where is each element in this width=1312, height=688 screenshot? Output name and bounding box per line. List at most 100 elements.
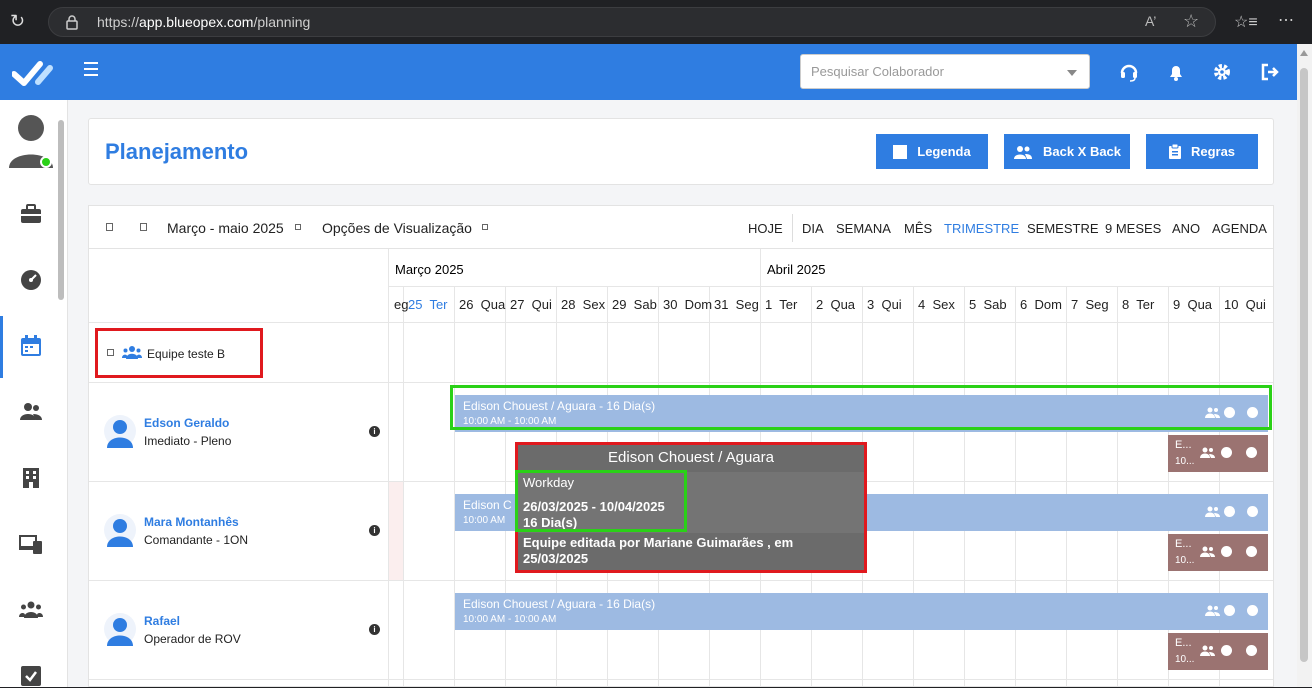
info-icon[interactable]: i [369, 624, 380, 635]
reload-icon[interactable]: ↻ [10, 12, 28, 30]
lock-icon [66, 15, 78, 30]
read-aloud-icon[interactable]: A’ [1145, 13, 1156, 29]
tooltip-title: Edison Chouest / Aguara [608, 449, 774, 466]
day-header: eg [394, 297, 409, 312]
calendar-toolbar: Março - maio 2025 Opções de Visualização… [89, 206, 1273, 249]
team-icon[interactable] [19, 598, 43, 622]
logout-icon[interactable] [1260, 62, 1280, 82]
day-header: 6 Dom [1020, 297, 1062, 312]
check-circle-icon[interactable] [1246, 645, 1257, 656]
devices-icon[interactable] [19, 532, 43, 556]
gear-icon[interactable] [1212, 62, 1232, 82]
building-icon[interactable] [19, 466, 43, 490]
event-bar-short[interactable]: E... 10... [1168, 435, 1268, 472]
range-dropdown-icon[interactable] [295, 224, 301, 230]
view-week[interactable]: SEMANA [836, 221, 891, 236]
url-text: https://app.blueopex.com/planning [97, 14, 311, 30]
calendar-icon[interactable] [19, 334, 43, 358]
month-header-april: Abril 2025 [767, 262, 826, 277]
user-avatar[interactable] [8, 112, 54, 170]
day-header: 1 Ter [765, 297, 798, 312]
date-range-label[interactable]: Março - maio 2025 [167, 220, 284, 236]
person-role: Imediato - Pleno [144, 434, 232, 448]
view-quarter[interactable]: TRIMESTRE [944, 221, 1019, 236]
team-highlight-box [95, 328, 263, 378]
view-day[interactable]: DIA [802, 221, 824, 236]
page-title: Planejamento [105, 139, 249, 164]
view-agenda[interactable]: AGENDA [1212, 221, 1267, 236]
info-icon[interactable] [1224, 605, 1235, 616]
check-circle-icon[interactable] [1247, 605, 1258, 616]
checkbox-tasks-icon[interactable] [19, 664, 43, 688]
day-header: 30 Dom [663, 297, 713, 312]
info-icon[interactable] [1221, 645, 1232, 656]
view-options-dropdown-icon[interactable] [482, 224, 488, 230]
person-name[interactable]: Rafael [144, 614, 180, 628]
users-icon[interactable] [19, 400, 43, 424]
day-header: 9 Qua [1173, 297, 1213, 312]
event-bar-short[interactable]: E... 10... [1168, 534, 1268, 571]
info-icon[interactable] [1224, 506, 1235, 517]
day-header: 29 Sab [612, 297, 657, 312]
hamburger-menu-icon[interactable] [84, 62, 98, 80]
view-today[interactable]: HOJE [748, 221, 783, 236]
users-icon [1200, 447, 1215, 458]
back-x-back-button[interactable]: Back X Back [1004, 134, 1130, 169]
day-header: 25 Ter [408, 297, 448, 312]
person-name[interactable]: Edson Geraldo [144, 416, 229, 430]
view-options-menu[interactable]: Opções de Visualização [322, 220, 472, 236]
day-header: 28 Sex [561, 297, 606, 312]
browser-toolbar: ↻ https://app.blueopex.com/planning A’ ☆… [0, 0, 1312, 44]
view-year[interactable]: ANO [1172, 221, 1200, 236]
info-icon[interactable]: i [369, 426, 380, 437]
prev-icon[interactable] [106, 223, 113, 231]
event-bar[interactable]: Edison Chouest / Aguara - 16 Dia(s) 10:0… [455, 593, 1268, 630]
info-icon[interactable] [1221, 447, 1232, 458]
sidebar-scrollbar[interactable] [56, 100, 67, 687]
clipboard-icon [1168, 144, 1181, 159]
day-header: 31 Seg [714, 297, 759, 312]
app-header: Pesquisar Colaborador [0, 44, 1297, 100]
person-name[interactable]: Mara Montanhês [144, 515, 239, 529]
favorite-star-icon[interactable]: ☆ [1183, 11, 1199, 32]
page-header-card: Planejamento Legenda Back X Back Regras [88, 118, 1274, 185]
day-header: 2 Qua [816, 297, 856, 312]
day-header: 27 Qui [510, 297, 552, 312]
check-circle-icon[interactable] [1246, 546, 1257, 557]
tooltip-note: Equipe editada por Mariane Guimarães , e… [523, 535, 794, 566]
app-logo[interactable] [12, 58, 54, 86]
bell-icon[interactable] [1166, 62, 1186, 82]
users-icon [1200, 546, 1215, 557]
person-avatar [104, 415, 136, 448]
dashboard-gauge-icon[interactable] [19, 268, 43, 292]
users-icon [1013, 145, 1032, 159]
address-bar[interactable]: https://app.blueopex.com/planning A’ ☆ [48, 7, 1216, 37]
legend-button[interactable]: Legenda [876, 134, 988, 169]
headset-icon[interactable] [1119, 62, 1139, 82]
view-semester[interactable]: SEMESTRE [1027, 221, 1099, 236]
search-collaborator-select[interactable]: Pesquisar Colaborador [800, 54, 1090, 89]
person-role: Operador de ROV [144, 632, 241, 646]
view-9-months[interactable]: 9 MESES [1105, 221, 1161, 236]
users-icon [1205, 506, 1220, 517]
next-icon[interactable] [140, 223, 147, 231]
square-icon [893, 144, 908, 159]
page-scrollbar[interactable] [1297, 44, 1312, 687]
check-circle-icon[interactable] [1246, 447, 1257, 458]
check-circle-icon[interactable] [1247, 506, 1258, 517]
info-icon[interactable] [1221, 546, 1232, 557]
day-header: 5 Sab [969, 297, 1007, 312]
person-role: Comandante - 1ON [144, 533, 249, 547]
person-avatar [104, 613, 136, 646]
users-icon [1205, 605, 1220, 616]
favorites-icon[interactable]: ☆≡ [1234, 12, 1258, 32]
event-bar-short[interactable]: E... 10... [1168, 633, 1268, 670]
active-nav-indicator [0, 316, 3, 378]
day-header: 26 Qua [459, 297, 506, 312]
dates-highlight-box [515, 470, 687, 532]
view-month[interactable]: MÊS [904, 221, 932, 236]
info-icon[interactable]: i [369, 525, 380, 536]
rules-button[interactable]: Regras [1146, 134, 1258, 169]
more-menu-icon[interactable]: ⋯ [1278, 10, 1295, 30]
briefcase-icon[interactable] [19, 202, 43, 226]
